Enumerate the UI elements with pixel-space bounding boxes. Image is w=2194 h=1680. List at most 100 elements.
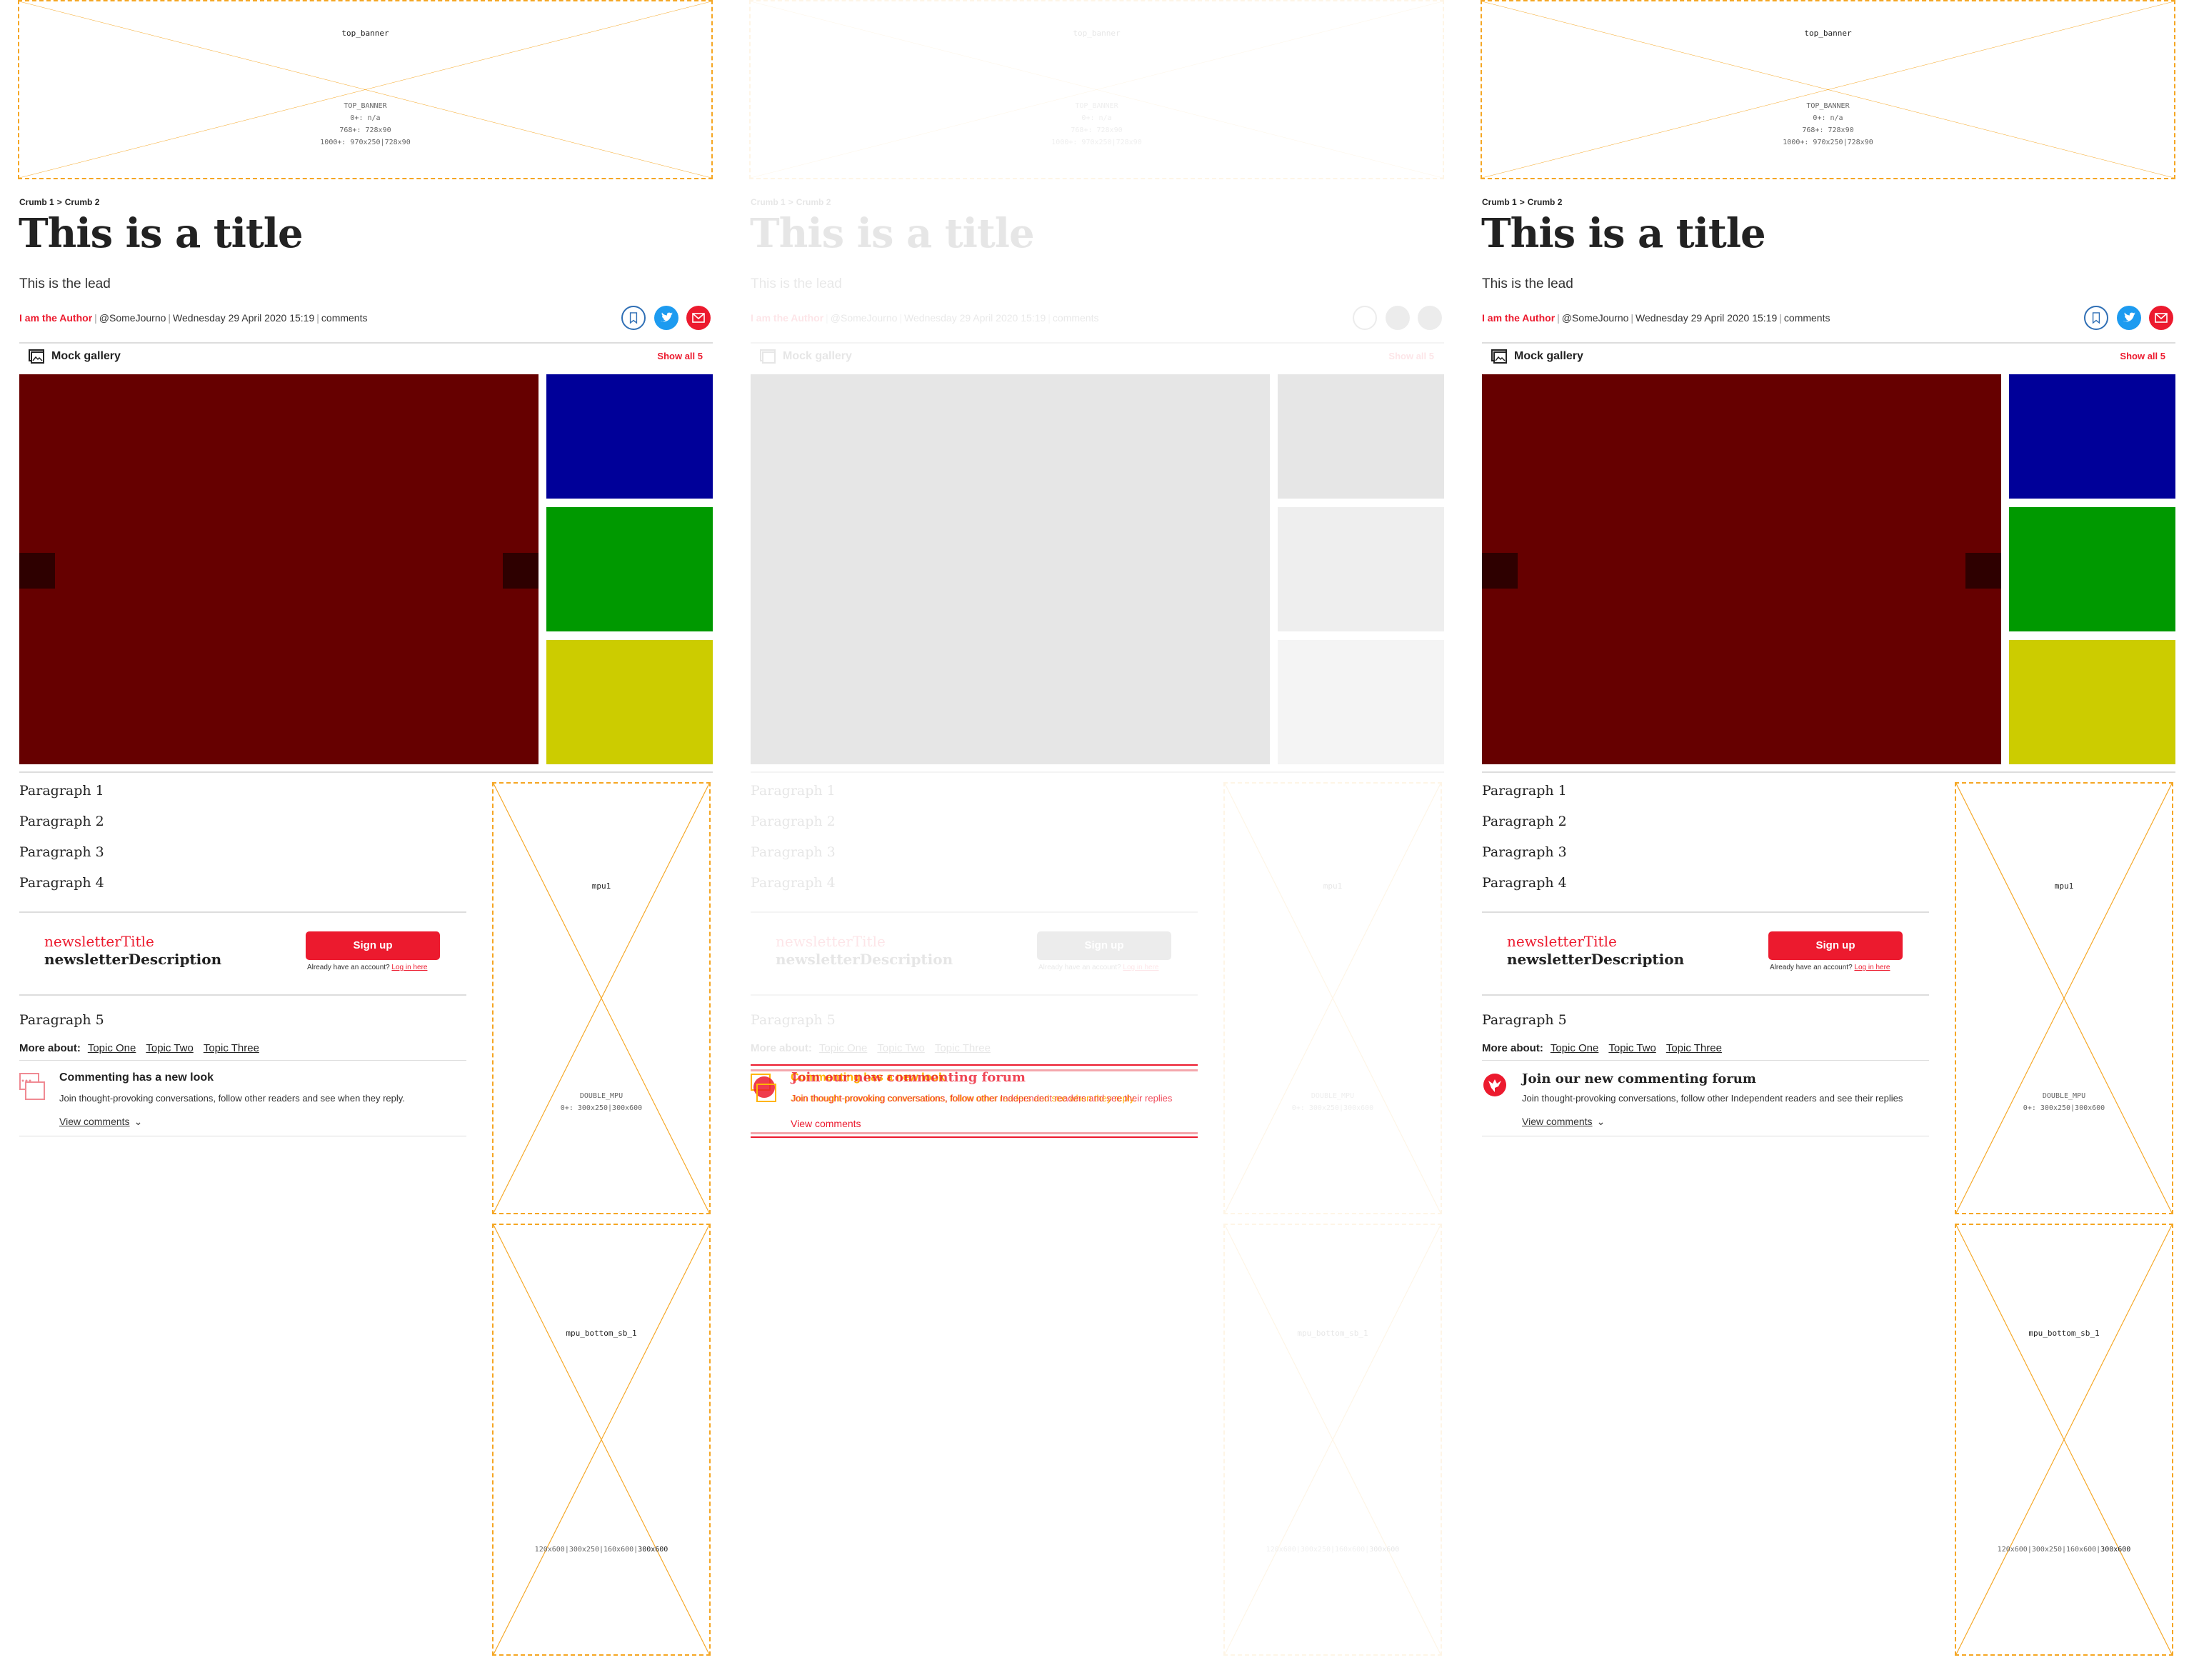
paragraph: Paragraph 1 [751, 783, 836, 799]
gallery-next-button[interactable] [503, 553, 539, 589]
paragraph: Paragraph 2 [751, 814, 836, 829]
gallery-header: Mock gallery [1491, 349, 1583, 364]
newsletter-signup-button: Sign up [1037, 931, 1171, 960]
gallery-header: Mock gallery [29, 349, 121, 364]
ad-slot-name: mpu1 [591, 881, 611, 891]
comments-title: Join our new commenting forum [1522, 1071, 1756, 1086]
twitter-icon[interactable] [654, 306, 678, 330]
paragraph: Paragraph 2 [19, 814, 104, 829]
topic-link[interactable]: Topic One [88, 1042, 136, 1054]
view-comments-link[interactable]: View comments ⌄ [1522, 1116, 1605, 1128]
independent-eagle-icon [1483, 1074, 1506, 1096]
ad-slot-spec: TOP_BANNER 0+: n/a 768+: 728x90 1000+: 970x… [320, 102, 411, 146]
twitter-icon [1386, 306, 1410, 330]
divider [751, 994, 1198, 996]
divider [19, 994, 466, 996]
divider [1482, 994, 1929, 996]
topic-link[interactable]: Topic One [1551, 1042, 1599, 1054]
gallery-next-button[interactable] [1965, 553, 2001, 589]
gallery-thumb[interactable] [2009, 507, 2175, 631]
email-icon[interactable] [686, 306, 711, 330]
paragraph: Paragraph 5 [751, 1012, 836, 1028]
ad-slot-spec: 120x600|300x250|160x600|300x600 [1997, 1546, 2131, 1554]
paragraph: Paragraph 5 [19, 1012, 104, 1028]
show-all-link[interactable]: Show all 5 [657, 351, 703, 361]
login-link[interactable]: Log in here [1854, 964, 1890, 971]
gallery-prev-button[interactable] [1482, 553, 1518, 589]
crumb-link[interactable]: Crumb 1 [1482, 197, 1517, 207]
diff-highlight-line [751, 1064, 1198, 1066]
more-about-label: More about: [19, 1042, 81, 1054]
crumb-link[interactable]: Crumb 2 [65, 197, 100, 207]
paragraph: Paragraph 3 [19, 844, 104, 860]
mpu1-ad: mpu1 DOUBLE_MPU 0+: 300x250|300x600 [1223, 782, 1442, 1214]
comments-description: Join thought-provoking conversations, fo… [1522, 1093, 1903, 1104]
bookmark-icon[interactable] [621, 306, 646, 330]
gallery-thumb[interactable] [546, 507, 713, 631]
show-all-link[interactable]: Show all 5 [2120, 351, 2165, 361]
diff-gallery-thumb [1278, 507, 1444, 631]
author-link[interactable]: I am the Author [19, 312, 92, 324]
byline: I am the Author | @SomeJourno | Wednesday 29… [751, 312, 1099, 324]
diff-gallery-thumb [1278, 640, 1444, 764]
comments-link[interactable]: comments [1784, 312, 1830, 324]
paragraph: Paragraph 5 [1482, 1012, 1567, 1028]
ad-slot-name: top_banner [1804, 29, 1852, 38]
ad-slot-spec: DOUBLE_MPU 0+: 300x250|300x600 [560, 1092, 643, 1112]
topic-link[interactable]: Topic Three [1666, 1042, 1722, 1054]
newsletter-title: newsletterTitle [776, 933, 886, 950]
ad-slot-spec: TOP_BANNER 0+: n/a 768+: 728x90 1000+: 970x… [1051, 102, 1142, 146]
gallery-main-image[interactable] [1482, 374, 2001, 764]
show-all-link: Show all 5 [1388, 351, 1434, 361]
gallery-title: Mock gallery [51, 350, 121, 362]
article-lead: This is the lead [1482, 276, 1573, 291]
topic-link[interactable]: Topic Three [204, 1042, 259, 1054]
newsletter-signup-button[interactable]: Sign up [306, 931, 440, 960]
gallery-title: Mock gallery [1514, 350, 1583, 362]
gallery-prev-button[interactable] [19, 553, 55, 589]
paragraph: Paragraph 4 [751, 875, 836, 891]
view-comments-link[interactable]: View comments ⌄ [59, 1116, 142, 1128]
gallery-thumb[interactable] [2009, 374, 2175, 499]
twitter-icon[interactable] [2117, 306, 2141, 330]
topic-link[interactable]: Topic Two [1608, 1042, 1655, 1054]
author-link[interactable]: I am the Author [1482, 312, 1555, 324]
chevron-down-icon: ⌄ [1596, 1116, 1606, 1127]
ad-slot-spec: DOUBLE_MPU 0+: 300x250|300x600 [2023, 1092, 2105, 1112]
gallery-thumb[interactable] [546, 640, 713, 764]
divider [19, 1060, 466, 1061]
newsletter-description: newsletterDescription [776, 951, 953, 968]
author-handle: @SomeJourno [99, 312, 166, 324]
crumb-link[interactable]: Crumb 1 [19, 197, 54, 207]
paragraph: Paragraph 2 [1482, 814, 1567, 829]
diff-highlight-line [751, 1136, 1198, 1138]
crumb-separator: > [1519, 197, 1525, 207]
gallery-header: Mock gallery [760, 349, 852, 364]
breadcrumb: Crumb 1 > Crumb 2 [19, 197, 99, 207]
comments-link[interactable]: comments [321, 312, 368, 324]
login-link[interactable]: Log in here [391, 964, 427, 971]
comment-bubbles-icon [19, 1073, 45, 1100]
newsletter-account-text: Already have an account? Log in here [307, 964, 428, 971]
gallery-thumb[interactable] [546, 374, 713, 499]
article-lead: This is the lead [751, 276, 842, 291]
paragraph: Paragraph 3 [751, 844, 836, 860]
bookmark-icon[interactable] [2084, 306, 2108, 330]
more-about: More about: Topic One Topic Two Topic Three [751, 1042, 991, 1054]
topic-link[interactable]: Topic Two [146, 1042, 193, 1054]
ad-slot-spec: TOP_BANNER 0+: n/a 768+: 728x90 1000+: 970x… [1783, 102, 1873, 146]
email-icon[interactable] [2149, 306, 2173, 330]
newsletter-description: newsletterDescription [44, 951, 222, 968]
gallery-icon [1491, 349, 1507, 364]
bookmark-icon [1353, 306, 1377, 330]
ad-slot-name: top_banner [1073, 29, 1121, 38]
newsletter-signup-button[interactable]: Sign up [1768, 931, 1903, 960]
gallery-thumb[interactable] [2009, 640, 2175, 764]
divider [1482, 911, 1929, 913]
ad-slot-spec: 120x600|300x250|160x600|300x600 [534, 1546, 668, 1554]
byline: I am the Author | @SomeJourno | Wednesday 29… [19, 312, 368, 324]
mpu-bottom-ad: mpu_bottom_sb_1 120x600|300x250|160x600|… [1955, 1224, 2173, 1656]
page-title: This is a title [1481, 210, 1766, 257]
gallery-main-image[interactable] [19, 374, 539, 764]
crumb-link[interactable]: Crumb 2 [1528, 197, 1563, 207]
